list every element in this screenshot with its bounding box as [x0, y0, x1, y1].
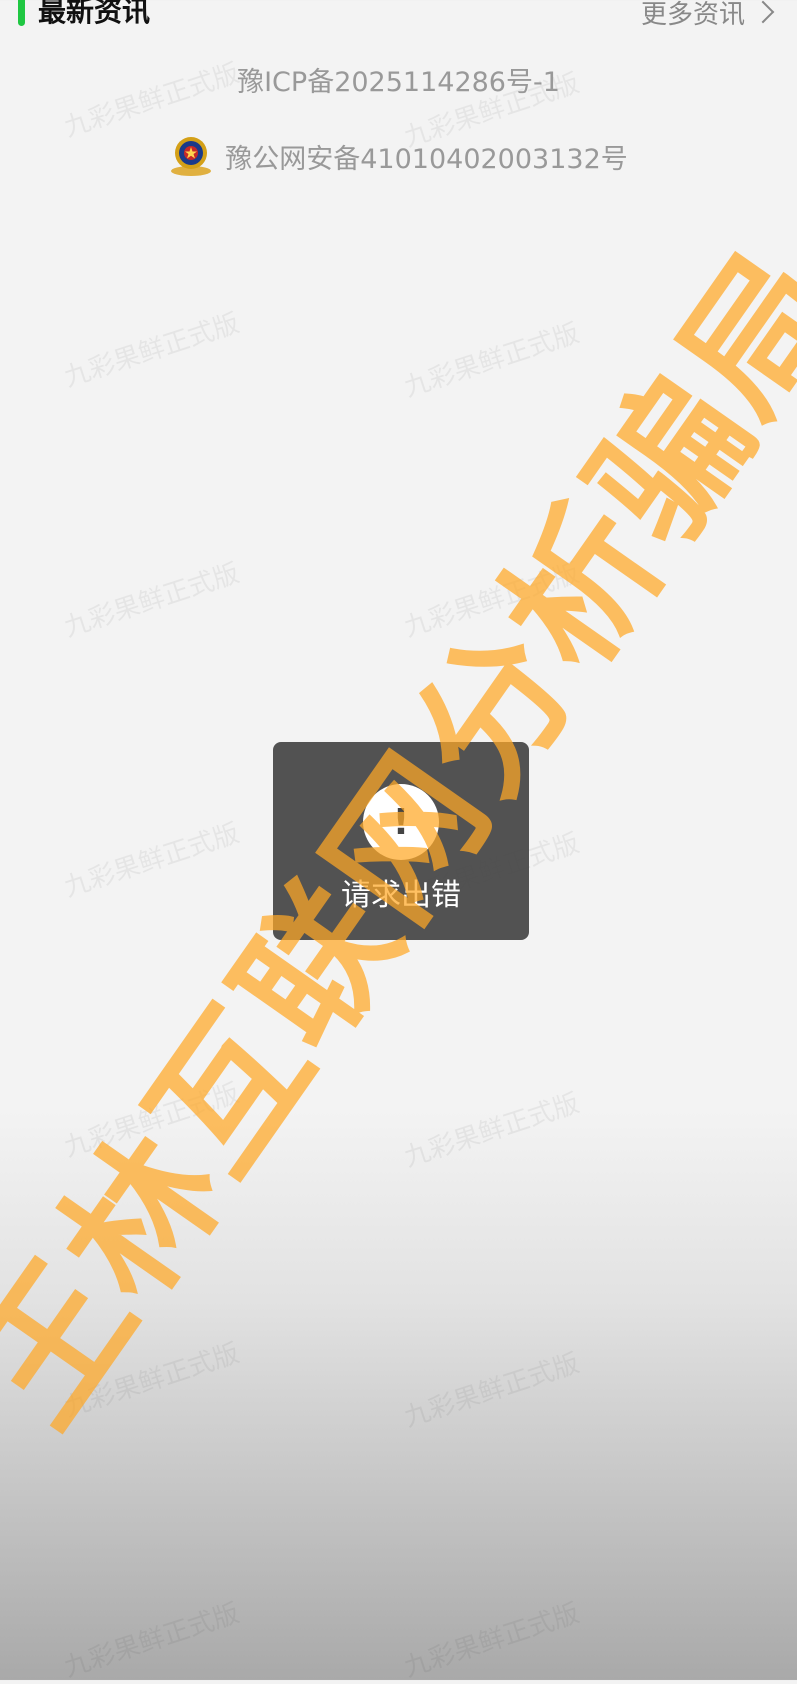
error-toast: ! 请求出错 — [273, 742, 529, 940]
news-section-header: 最新资讯 更多资讯 — [0, 0, 797, 40]
toast-message: 请求出错 — [341, 878, 461, 913]
watermark-text: 九彩果鲜正式版 — [400, 558, 583, 644]
watermark-text: 九彩果鲜正式版 — [60, 308, 243, 394]
watermark-text: 九彩果鲜正式版 — [60, 1338, 243, 1424]
police-badge-icon — [171, 137, 212, 176]
icp-record-link[interactable]: 豫ICP备2025114286号-1 — [0, 60, 797, 99]
watermark-text: 九彩果鲜正式版 — [400, 1598, 583, 1684]
section-title: 最新资讯 — [38, 0, 151, 28]
watermark-text: 九彩果鲜正式版 — [400, 318, 583, 404]
more-news-link[interactable]: 更多资讯 — [641, 0, 777, 30]
police-record-text: 豫公网安备41010402003132号 — [225, 143, 628, 175]
watermark-text: 九彩果鲜正式版 — [60, 558, 243, 644]
more-news-label: 更多资讯 — [640, 0, 745, 30]
watermark-text: 九彩果鲜正式版 — [60, 1078, 243, 1164]
watermark-text: 九彩果鲜正式版 — [60, 818, 243, 904]
watermark-text: 九彩果鲜正式版 — [60, 1598, 243, 1684]
watermark-text: 九彩果鲜正式版 — [400, 1088, 583, 1174]
section-accent-bar — [18, 0, 25, 26]
chevron-right-icon — [751, 0, 775, 24]
exclamation-icon: ! — [363, 784, 439, 860]
watermark-text: 九彩果鲜正式版 — [400, 1348, 583, 1434]
police-record-link[interactable]: 豫公网安备41010402003132号 — [0, 135, 797, 177]
